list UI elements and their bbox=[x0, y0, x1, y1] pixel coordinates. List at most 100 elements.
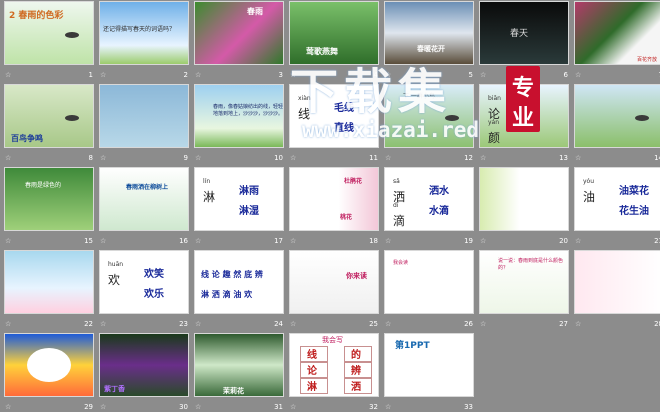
slide-title: 杜鹃花 bbox=[344, 178, 363, 185]
slide-number: 23 bbox=[179, 320, 188, 328]
slide-32[interactable]: 我会写线的论辨淋洒 ☆ 32 bbox=[288, 332, 382, 412]
slide-number: 24 bbox=[274, 320, 283, 328]
slide-title: 还记得描写春天的词语吗？ bbox=[103, 26, 176, 33]
slide-thumbnail[interactable]: huān 欢 欢笑 欢乐 bbox=[99, 250, 189, 314]
slide-8[interactable]: 百鸟争鸣 ☆ 8 bbox=[3, 83, 97, 163]
practice-character: 的 bbox=[351, 350, 361, 361]
slide-25[interactable]: 你来读 ☆ 25 bbox=[288, 249, 382, 329]
animation-star-icon[interactable]: ☆ bbox=[100, 237, 106, 245]
slide-thumbnail[interactable]: 茉莉花 bbox=[194, 333, 284, 397]
slide-27[interactable]: 说一说：春雨到底是什么颜色的？ ☆ 27 bbox=[478, 249, 572, 329]
slide-number: 1 bbox=[88, 71, 93, 79]
animation-star-icon[interactable]: ☆ bbox=[5, 237, 11, 245]
word-label: 淋湿 bbox=[239, 206, 259, 217]
animation-star-icon[interactable]: ☆ bbox=[385, 237, 391, 245]
slide-thumbnail[interactable]: yóu 油 油菜花 花生油 bbox=[574, 167, 660, 231]
animation-star-icon[interactable]: ☆ bbox=[575, 71, 581, 79]
animation-star-icon[interactable]: ☆ bbox=[290, 320, 296, 328]
slide-33[interactable]: 第1PPT ☆ 33 bbox=[383, 332, 477, 412]
slide-thumbnail[interactable]: 你来读 bbox=[289, 250, 379, 314]
animation-star-icon[interactable]: ☆ bbox=[480, 154, 486, 162]
animation-star-icon[interactable]: ☆ bbox=[290, 154, 296, 162]
slide-thumbnail[interactable]: 还记得描写春天的词语吗？ bbox=[99, 1, 189, 65]
slide-thumbnail[interactable]: 春雨是绿色的 bbox=[4, 167, 94, 231]
animation-star-icon[interactable]: ☆ bbox=[480, 237, 486, 245]
slide-title: 春雨洒在柳树上 bbox=[126, 184, 169, 191]
practice-character: 辨 bbox=[351, 366, 361, 377]
slide-2[interactable]: 还记得描写春天的词语吗？ ☆ 2 bbox=[98, 0, 192, 80]
slide-thumbnail[interactable]: 春雨，像春姑娘纺出的线，轻轻地落到地上，沙沙沙，沙沙沙。 bbox=[194, 84, 284, 148]
animation-star-icon[interactable]: ☆ bbox=[5, 320, 11, 328]
slide-24[interactable]: 线 论 趣 然 底 辨淋 洒 滴 油 欢 ☆ 24 bbox=[193, 249, 287, 329]
slide-thumbnail[interactable]: 线 论 趣 然 底 辨淋 洒 滴 油 欢 bbox=[194, 250, 284, 314]
slide-thumbnail[interactable]: 紫丁香 bbox=[99, 333, 189, 397]
animation-star-icon[interactable]: ☆ bbox=[575, 154, 581, 162]
animation-star-icon[interactable]: ☆ bbox=[195, 154, 201, 162]
slide-number: 3 bbox=[278, 71, 283, 79]
slide-14[interactable]: ☆ 14 bbox=[573, 83, 660, 163]
slide-thumbnail[interactable]: 说一说：春雨到底是什么颜色的？ bbox=[479, 250, 569, 314]
slide-thumbnail[interactable]: 百花齐放 bbox=[574, 1, 660, 65]
slide-thumbnail[interactable]: 我会读 bbox=[384, 250, 474, 314]
slide-21[interactable]: yóu 油 油菜花花生油 ☆ 21 bbox=[573, 166, 660, 246]
slide-thumbnail[interactable]: 第1PPT bbox=[384, 333, 474, 397]
animation-star-icon[interactable]: ☆ bbox=[575, 237, 581, 245]
animation-star-icon[interactable]: ☆ bbox=[290, 237, 296, 245]
animation-star-icon[interactable]: ☆ bbox=[195, 71, 201, 79]
slide-thumbnail[interactable]: 2 春雨的色彩 bbox=[4, 1, 94, 65]
slide-thumbnail[interactable]: lín 淋 淋雨 淋湿 bbox=[194, 167, 284, 231]
slide-30[interactable]: 紫丁香 ☆ 30 bbox=[98, 332, 192, 412]
slide-title: 我会读 bbox=[393, 260, 409, 266]
animation-star-icon[interactable]: ☆ bbox=[575, 320, 581, 328]
slide-15[interactable]: 春雨是绿色的 ☆ 15 bbox=[3, 166, 97, 246]
slide-thumbnail[interactable] bbox=[4, 333, 94, 397]
slide-18[interactable]: 杜鹃花 桃花 ☆ 18 bbox=[288, 166, 382, 246]
slide-28[interactable]: ☆ 28 bbox=[573, 249, 660, 329]
slide-1[interactable]: 2 春雨的色彩 ☆ 1 bbox=[3, 0, 97, 80]
animation-star-icon[interactable]: ☆ bbox=[195, 320, 201, 328]
animation-star-icon[interactable]: ☆ bbox=[480, 320, 486, 328]
slide-17[interactable]: lín 淋 淋雨 淋湿 ☆ 17 bbox=[193, 166, 287, 246]
slide-thumbnail[interactable]: 杜鹃花 桃花 bbox=[289, 167, 379, 231]
slide-number: 2 bbox=[183, 71, 188, 79]
slide-10[interactable]: 春雨，像春姑娘纺出的线，轻轻地落到地上，沙沙沙，沙沙沙。 ☆ 10 bbox=[193, 83, 287, 163]
slide-thumbnail[interactable]: 我会写线 的论 辨淋 洒 bbox=[289, 333, 379, 397]
slide-9[interactable]: ☆ 9 bbox=[98, 83, 192, 163]
slide-thumbnail[interactable] bbox=[574, 250, 660, 314]
slide-3[interactable]: 春雨 ☆ 3 bbox=[193, 0, 287, 80]
slide-29[interactable]: ☆ 29 bbox=[3, 332, 97, 412]
slide-title: 第1PPT bbox=[395, 341, 430, 351]
slide-22[interactable]: ☆ 22 bbox=[3, 249, 97, 329]
animation-star-icon[interactable]: ☆ bbox=[385, 154, 391, 162]
animation-star-icon[interactable]: ☆ bbox=[5, 154, 11, 162]
animation-star-icon[interactable]: ☆ bbox=[480, 71, 486, 79]
slide-title: 茉莉花 bbox=[223, 387, 244, 395]
slide-7[interactable]: 百花齐放☆7 bbox=[573, 0, 660, 80]
bird-decoration bbox=[635, 115, 649, 121]
animation-star-icon[interactable]: ☆ bbox=[5, 71, 11, 79]
slide-thumbnail[interactable] bbox=[99, 84, 189, 148]
animation-star-icon[interactable]: ☆ bbox=[100, 320, 106, 328]
animation-star-icon[interactable]: ☆ bbox=[100, 71, 106, 79]
slide-19[interactable]: sǎ 洒洒水 水滴 dī 滴 ☆ 19 bbox=[383, 166, 477, 246]
slide-thumbnail[interactable] bbox=[574, 84, 660, 148]
slide-thumbnail[interactable]: 百鸟争鸣 bbox=[4, 84, 94, 148]
slide-number: 17 bbox=[274, 237, 283, 245]
slide-thumbnail[interactable] bbox=[4, 250, 94, 314]
slide-thumbnail[interactable]: 春天 bbox=[479, 1, 569, 65]
slide-26[interactable]: 我会读 ☆ 26 bbox=[383, 249, 477, 329]
slide-thumbnail[interactable]: sǎ 洒洒水 水滴 dī 滴 bbox=[384, 167, 474, 231]
slide-16[interactable]: 春雨洒在柳树上 ☆ 16 bbox=[98, 166, 192, 246]
animation-star-icon[interactable]: ☆ bbox=[385, 320, 391, 328]
slide-20[interactable]: ☆ 20 bbox=[478, 166, 572, 246]
slide-title: 春雨 bbox=[247, 7, 263, 16]
slide-thumbnail[interactable] bbox=[479, 167, 569, 231]
slide-23[interactable]: huān 欢 欢笑 欢乐 ☆ 23 bbox=[98, 249, 192, 329]
slide-thumbnail[interactable]: 春雨 bbox=[194, 1, 284, 65]
slide-thumbnail[interactable]: 春雨洒在柳树上 bbox=[99, 167, 189, 231]
practice-character: 论 bbox=[307, 366, 317, 377]
animation-star-icon[interactable]: ☆ bbox=[100, 154, 106, 162]
practice-character: 线 bbox=[307, 350, 317, 361]
slide-31[interactable]: 茉莉花 ☆ 31 bbox=[193, 332, 287, 412]
animation-star-icon[interactable]: ☆ bbox=[195, 237, 201, 245]
